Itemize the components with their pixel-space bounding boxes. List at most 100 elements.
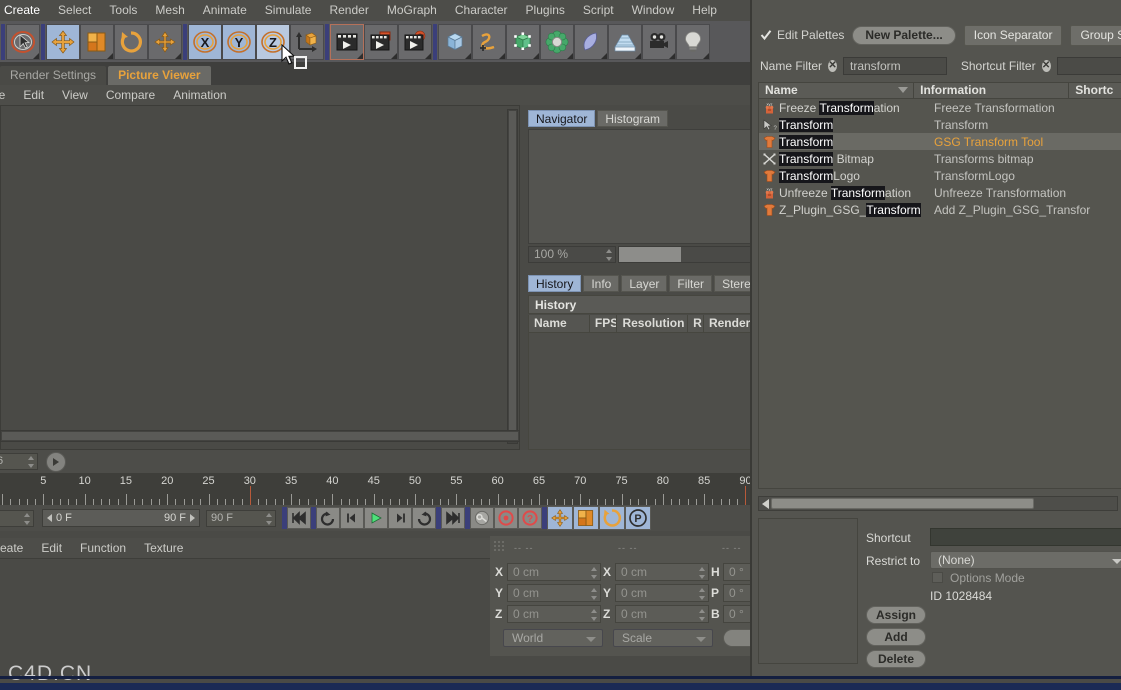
picture-viewer-menu-le[interactable]: le (0, 85, 14, 105)
cube-primitive-icon[interactable] (438, 23, 472, 60)
material-menu-edit[interactable]: Edit (32, 538, 71, 559)
go-to-start-button[interactable] (287, 507, 311, 529)
zoom-slider-thumb[interactable] (619, 247, 681, 262)
record-position-button[interactable] (547, 506, 573, 530)
command-list-row[interactable]: Transform GSG Transform Tool (759, 133, 1121, 150)
add-button[interactable]: Add (866, 628, 926, 646)
record-rotation-button[interactable] (599, 506, 625, 530)
history-tab-layer[interactable]: Layer (621, 275, 668, 292)
command-list-row[interactable]: Z_Plugin_GSG_Transform Add Z_Plugin_GSG_T… (759, 201, 1121, 218)
command-column-shortc[interactable]: Shortc (1069, 83, 1121, 98)
menu-item-script[interactable]: Script (574, 0, 623, 21)
menu-item-select[interactable]: Select (49, 0, 100, 21)
command-list-row[interactable]: Transform Bitmap Transforms bitmap (759, 150, 1121, 167)
preview-range-field[interactable]: 0 F 90 F (42, 509, 200, 527)
shortcut-filter-input[interactable] (1056, 57, 1121, 75)
menu-item-mesh[interactable]: Mesh (146, 0, 193, 21)
end-frame-stepper[interactable] (265, 512, 272, 525)
rotate-tool-icon[interactable] (114, 23, 148, 60)
coord-size-z-field[interactable]: 0 cm (615, 605, 709, 623)
navigator-tab-histogram[interactable]: Histogram (597, 110, 669, 127)
command-list-row[interactable]: ? Transform Transform (759, 116, 1121, 133)
panel-grip-icon[interactable] (493, 540, 507, 552)
group-separator-button[interactable]: Group Separator (1070, 24, 1121, 46)
render-view-icon[interactable] (330, 23, 364, 60)
range-left-arrow-icon[interactable] (47, 514, 52, 522)
menu-item-tools[interactable]: Tools (100, 0, 146, 21)
edit-palettes-checkbox[interactable] (760, 29, 772, 41)
material-menu-reate[interactable]: reate (0, 538, 32, 559)
scroll-left-arrow-icon[interactable] (762, 498, 769, 509)
record-scale-button[interactable] (573, 506, 599, 530)
y-axis-lock-icon[interactable]: Y (222, 23, 256, 60)
command-list-row[interactable]: xyz Unfreeze Transformation Unfreeze Trans… (759, 184, 1121, 201)
history-column-r[interactable]: R (688, 315, 704, 332)
menu-item-character[interactable]: Character (446, 0, 517, 21)
coord-size-x-field[interactable]: 0 cm (615, 563, 709, 581)
floor-icon[interactable] (608, 23, 642, 60)
menu-item-mograph[interactable]: MoGraph (378, 0, 446, 21)
history-tab-info[interactable]: Info (583, 275, 620, 292)
step-forward-button[interactable] (388, 507, 412, 529)
material-manager-body[interactable] (0, 558, 490, 666)
coord-position-y-stepper[interactable] (590, 588, 597, 600)
coord-size-z-stepper[interactable] (698, 609, 705, 621)
picture-viewer-menu-edit[interactable]: Edit (14, 85, 53, 105)
material-menu-texture[interactable]: Texture (135, 538, 192, 559)
history-tab-history[interactable]: History (528, 275, 582, 292)
zoom-stepper[interactable] (605, 249, 612, 261)
camera-icon[interactable] (642, 23, 676, 60)
spline-pen-icon[interactable] (472, 23, 506, 60)
menu-item-window[interactable]: Window (623, 0, 684, 21)
coord-position-x-field[interactable]: 0 cm (507, 563, 601, 581)
assign-button[interactable]: Assign (866, 606, 926, 624)
go-to-end-button[interactable] (441, 507, 465, 529)
shortcut-input[interactable] (930, 528, 1121, 546)
render-settings-icon[interactable] (398, 23, 432, 60)
timeline-range-stepper-field[interactable] (0, 509, 34, 527)
new-palette-button[interactable]: New Palette... (852, 25, 956, 45)
menu-item-help[interactable]: Help (683, 0, 726, 21)
environment-icon[interactable] (574, 23, 608, 60)
next-key-button[interactable] (412, 507, 436, 529)
coord-size-y-field[interactable]: 0 cm (615, 584, 709, 602)
record-button[interactable] (494, 507, 518, 529)
light-icon[interactable] (676, 23, 710, 60)
x-axis-lock-icon[interactable]: X (188, 23, 222, 60)
command-list-row[interactable]: TransformLogo TransformLogo (759, 167, 1121, 184)
command-list-body[interactable]: xyz Freeze Transformation Freeze Transform… (758, 99, 1121, 489)
clear-shortcut-filter-icon[interactable]: ✕ (1041, 60, 1051, 72)
document-end-frame-field[interactable]: 90 F (206, 509, 276, 527)
name-filter-input[interactable]: transform (843, 57, 947, 75)
coord-position-z-stepper[interactable] (590, 609, 597, 621)
scale-tool-icon[interactable] (80, 23, 114, 60)
zoom-slider[interactable] (618, 246, 760, 263)
render-region-icon[interactable] (364, 23, 398, 60)
viewer-tab-picture-viewer[interactable]: Picture Viewer (108, 66, 211, 85)
coord-position-x-stepper[interactable] (590, 567, 597, 579)
clear-name-filter-icon[interactable]: ✕ (828, 60, 837, 72)
history-tab-filter[interactable]: Filter (669, 275, 713, 292)
history-list-body[interactable] (528, 333, 760, 450)
scroll-thumb[interactable] (509, 111, 516, 442)
history-column-name[interactable]: Name (529, 315, 590, 332)
picture-viewer-menu-animation[interactable]: Animation (164, 85, 235, 105)
scroll-thumb[interactable] (771, 498, 1034, 509)
history-column-fps[interactable]: FPS (590, 315, 618, 332)
menu-item-create[interactable]: Create (0, 0, 49, 21)
coord-position-y-field[interactable]: 0 cm (507, 584, 601, 602)
material-menu-function[interactable]: Function (71, 538, 135, 559)
coord-size-x-stepper[interactable] (698, 567, 705, 579)
picture-viewer-horizontal-scrollbar[interactable] (0, 430, 520, 442)
current-frame-field[interactable]: 6 (0, 453, 38, 470)
menu-item-render[interactable]: Render (320, 0, 377, 21)
move-tool-icon[interactable] (46, 23, 80, 60)
range-stepper[interactable] (23, 512, 30, 525)
icon-separator-button[interactable]: Icon Separator (963, 24, 1063, 46)
step-back-button[interactable] (340, 507, 364, 529)
picture-viewer-canvas[interactable] (0, 105, 520, 450)
move-axis-icon[interactable] (148, 23, 182, 60)
assigned-shortcuts-list[interactable] (758, 518, 858, 664)
coord-size-y-stepper[interactable] (698, 588, 705, 600)
timeline-play-small-button[interactable] (46, 451, 66, 472)
